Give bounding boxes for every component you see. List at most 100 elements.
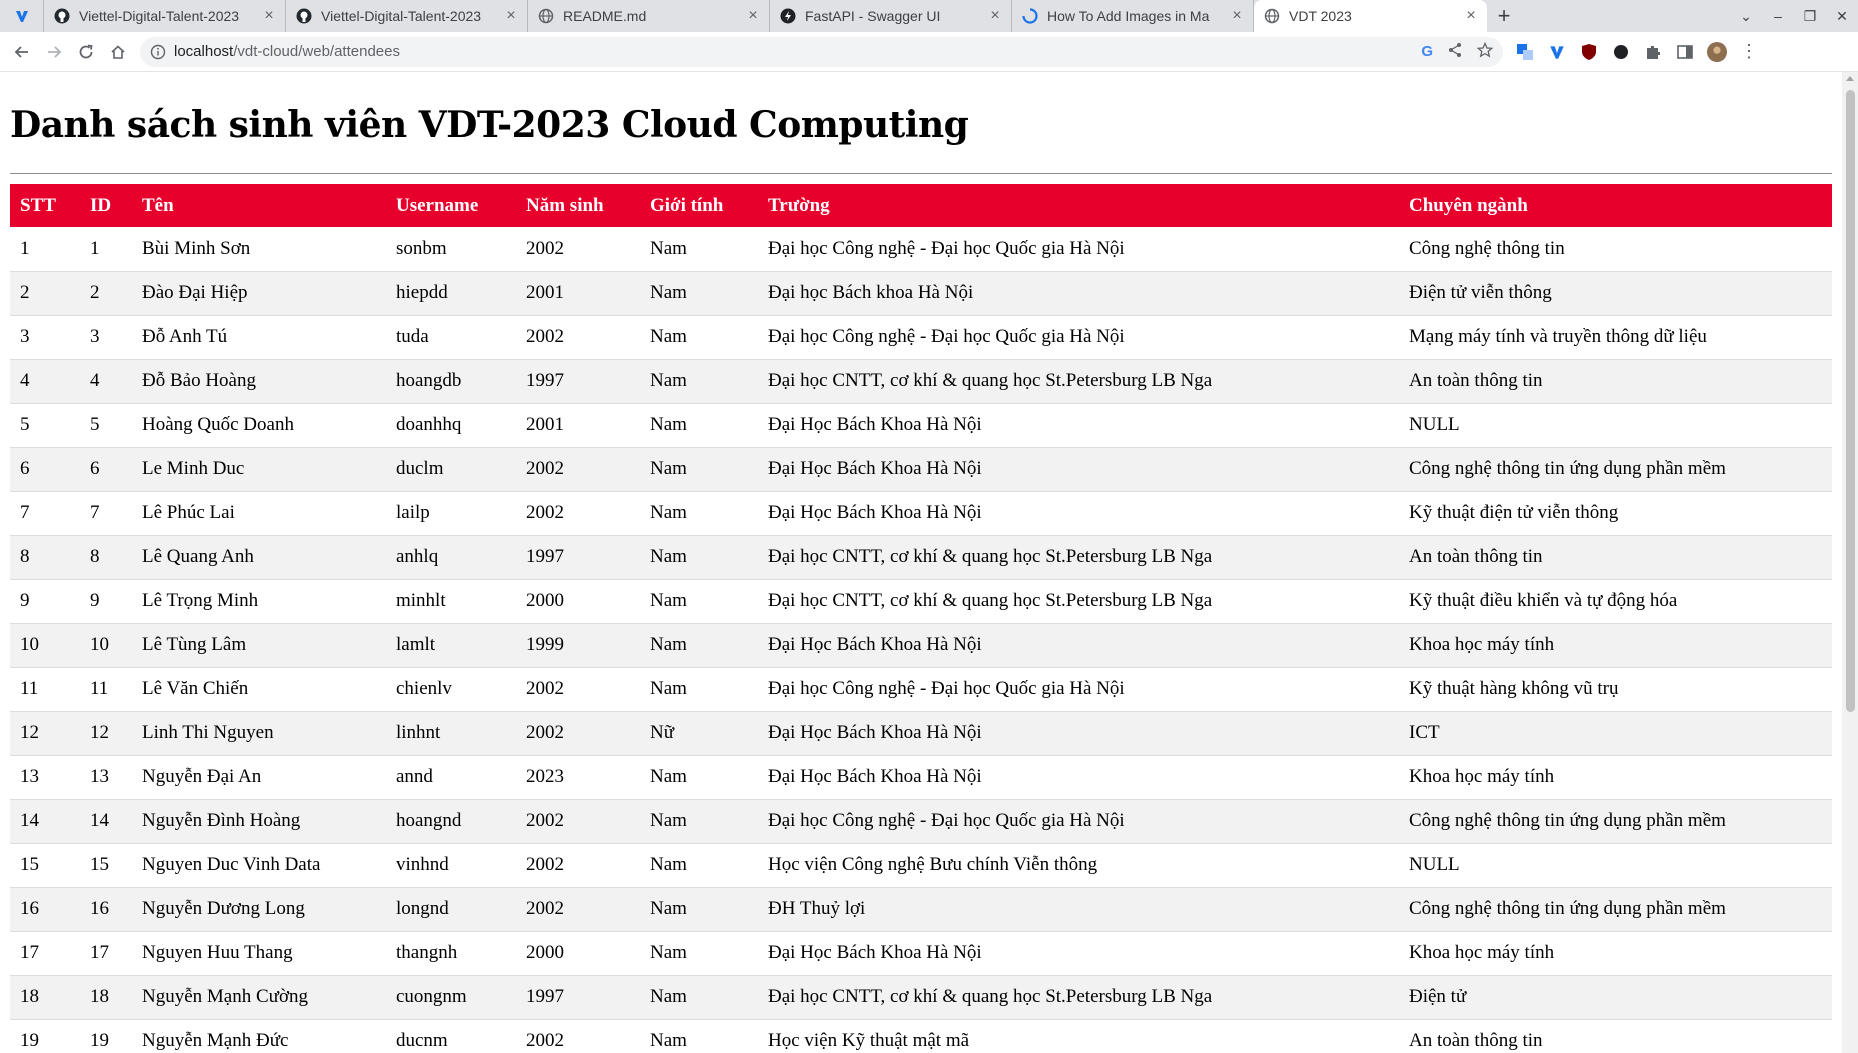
cell-stt: 7 (10, 491, 80, 536)
cell-truong: Đại Học Bách Khoa Hà Nội (758, 931, 1399, 976)
side-panel-icon[interactable] (1675, 42, 1695, 62)
page-content: Danh sách sinh viên VDT-2023 Cloud Compu… (0, 72, 1842, 1053)
extensions-area: ⋮ (1515, 41, 1759, 62)
cell-ten: Nguyen Huu Thang (132, 931, 386, 976)
cell-username: longnd (386, 887, 516, 932)
cell-chuyen-nganh: ICT (1399, 711, 1832, 756)
home-icon[interactable] (102, 36, 134, 68)
cell-gioi-tinh: Nữ (640, 711, 758, 756)
table-row: 7 7 Lê Phúc Lai lailp 2002 Nam Đại Học Bách Kh… (10, 491, 1832, 536)
site-info-icon[interactable] (150, 44, 166, 60)
cell-username: hoangdb (386, 359, 516, 404)
address-bar[interactable]: localhost/vdt-cloud/web/attendees G (140, 36, 1503, 67)
cell-gioi-tinh: Nam (640, 623, 758, 668)
table-row: 8 8 Lê Quang Anh anhlq 1997 Nam Đại học CNTT, … (10, 535, 1832, 580)
scrollbar-thumb[interactable] (1846, 90, 1855, 712)
viettel-extension-icon[interactable] (1547, 42, 1567, 62)
window-controls: ⌄ – ❐ ✕ (1730, 0, 1858, 32)
cell-gioi-tinh: Nam (640, 447, 758, 492)
cell-gioi-tinh: Nam (640, 931, 758, 976)
cell-ten: Lê Tùng Lâm (132, 623, 386, 668)
vertical-scrollbar[interactable] (1842, 72, 1858, 1053)
cell-ten: Hoàng Quốc Doanh (132, 403, 386, 448)
cell-username: cuongnm (386, 975, 516, 1020)
cell-truong: Đại Học Bách Khoa Hà Nội (758, 447, 1399, 492)
bookmark-star-icon[interactable] (1476, 41, 1494, 62)
extension-black-icon[interactable] (1611, 42, 1631, 62)
cell-chuyen-nganh: NULL (1399, 843, 1832, 888)
share-icon[interactable] (1447, 42, 1463, 62)
close-icon[interactable]: × (503, 8, 519, 24)
cell-chuyen-nganh: Kỹ thuật hàng không vũ trụ (1399, 667, 1832, 712)
cell-truong: Đại Học Bách Khoa Hà Nội (758, 623, 1399, 668)
cell-gioi-tinh: Nam (640, 579, 758, 624)
table-row: 6 6 Le Minh Duc duclm 2002 Nam Đại Học Bách Kh… (10, 447, 1832, 492)
forward-icon[interactable] (38, 36, 70, 68)
github-icon (54, 8, 70, 24)
browser-tab-strip: Viettel-Digital-Talent-2023 × Viettel-Di… (0, 0, 1858, 32)
cell-id: 12 (80, 711, 132, 756)
cell-stt: 13 (10, 755, 80, 800)
tab-search-icon[interactable]: ⌄ (1730, 8, 1762, 25)
cell-chuyen-nganh: Khoa học máy tính (1399, 755, 1832, 800)
tab-pinned-viettel[interactable] (0, 0, 44, 32)
close-icon[interactable]: × (1463, 8, 1479, 24)
cell-truong: Đại học Công nghệ - Đại học Quốc gia Hà … (758, 799, 1399, 844)
close-icon[interactable]: × (1229, 8, 1245, 24)
menu-kebab-icon[interactable]: ⋮ (1739, 41, 1759, 62)
cell-id: 19 (80, 1019, 132, 1053)
new-tab-button[interactable]: + (1487, 0, 1521, 32)
minimize-icon[interactable]: – (1762, 8, 1794, 24)
cell-nam-sinh: 2002 (516, 711, 640, 756)
cell-id: 7 (80, 491, 132, 536)
table-row: 15 15 Nguyen Duc Vinh Data vinhnd 2002 Nam Học… (10, 843, 1832, 888)
tab-3[interactable]: FastAPI - Swagger UI × (770, 0, 1012, 32)
cell-username: lailp (386, 491, 516, 536)
cell-nam-sinh: 2002 (516, 315, 640, 360)
page-title: Danh sách sinh viên VDT-2023 Cloud Compu… (10, 104, 969, 146)
tab-active[interactable]: VDT 2023 × (1254, 0, 1487, 32)
restore-icon[interactable]: ❐ (1794, 8, 1826, 25)
scroll-up-icon[interactable] (1846, 76, 1854, 81)
cell-nam-sinh: 1997 (516, 535, 640, 580)
cell-nam-sinh: 2002 (516, 667, 640, 712)
cell-nam-sinh: 2002 (516, 887, 640, 932)
close-icon[interactable]: × (261, 8, 277, 24)
url-path: /vdt-cloud/web/attendees (233, 43, 400, 60)
tab-1[interactable]: Viettel-Digital-Talent-2023 × (286, 0, 528, 32)
tab-4[interactable]: How To Add Images in Ma × (1012, 0, 1254, 32)
cell-id: 18 (80, 975, 132, 1020)
cell-username: vinhnd (386, 843, 516, 888)
puzzle-extensions-icon[interactable] (1643, 42, 1663, 62)
cell-stt: 5 (10, 403, 80, 448)
ublock-icon[interactable] (1579, 42, 1599, 62)
close-icon[interactable]: × (987, 8, 1003, 24)
cell-truong: Đại học CNTT, cơ khí & quang học St.Pete… (758, 579, 1399, 624)
cell-username: lamlt (386, 623, 516, 668)
cell-username: duclm (386, 447, 516, 492)
table-row: 1 1 Bùi Minh Sơn sonbm 2002 Nam Đại học Công n… (10, 227, 1832, 272)
google-icon[interactable]: G (1421, 43, 1433, 60)
tab-2[interactable]: README.md × (528, 0, 770, 32)
cell-ten: Nguyễn Đình Hoàng (132, 799, 386, 844)
cell-stt: 11 (10, 667, 80, 712)
cell-nam-sinh: 2023 (516, 755, 640, 800)
cell-username: anhlq (386, 535, 516, 580)
tab-0[interactable]: Viettel-Digital-Talent-2023 × (44, 0, 286, 32)
reload-icon[interactable] (70, 36, 102, 68)
cell-ten: Le Minh Duc (132, 447, 386, 492)
header-stt: STT (20, 194, 56, 216)
translate-icon[interactable] (1515, 42, 1535, 62)
cell-chuyen-nganh: Điện tử (1399, 975, 1832, 1020)
cell-username: tuda (386, 315, 516, 360)
github-icon (296, 8, 312, 24)
close-window-icon[interactable]: ✕ (1826, 8, 1858, 25)
tab-title: VDT 2023 (1289, 8, 1352, 24)
back-icon[interactable] (6, 36, 38, 68)
browser-toolbar: localhost/vdt-cloud/web/attendees G ⋮ (0, 32, 1858, 72)
cell-truong: Đại Học Bách Khoa Hà Nội (758, 711, 1399, 756)
cell-chuyen-nganh: Công nghệ thông tin ứng dụng phần mềm (1399, 447, 1832, 492)
avatar[interactable] (1707, 41, 1727, 62)
close-icon[interactable]: × (745, 8, 761, 24)
cell-stt: 6 (10, 447, 80, 492)
